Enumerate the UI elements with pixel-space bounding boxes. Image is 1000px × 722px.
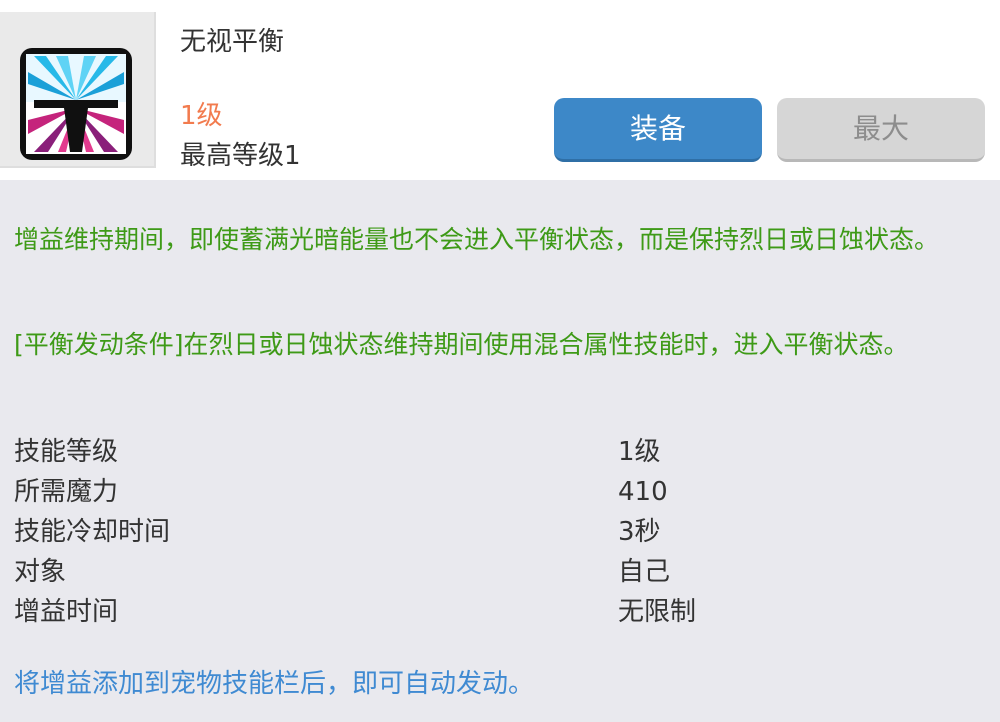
skill-stats-table: 技能等级 1级 所需魔力 410 技能冷却时间 3秒 对象 自己 增益时间 无限…	[14, 432, 984, 632]
skill-description: 增益维持期间，即使蓄满光暗能量也不会进入平衡状态，而是保持烈日或日蚀状态。	[14, 225, 940, 254]
stat-label: 技能冷却时间	[14, 517, 171, 547]
stat-label: 对象	[14, 557, 67, 587]
stat-value: 410	[618, 477, 668, 507]
stat-label: 增益时间	[14, 597, 119, 627]
stat-label: 所需魔力	[14, 477, 119, 507]
stat-row-buff-duration: 增益时间 无限制	[14, 592, 984, 632]
balance-condition-text: [平衡发动条件]在烈日或日蚀状态维持期间使用混合属性技能时，进入平衡状态。	[14, 330, 909, 359]
skill-header: 无视平衡 1级 最高等级1 装备 最大	[0, 0, 1000, 180]
stat-value: 3秒	[618, 517, 661, 547]
stat-value: 1级	[618, 437, 661, 467]
skill-icon-frame	[0, 12, 156, 168]
stat-value: 自己	[618, 557, 671, 587]
stat-row-skill-level: 技能等级 1级	[14, 432, 984, 472]
skill-level: 1级	[180, 101, 223, 131]
skill-name: 无视平衡	[180, 27, 285, 57]
equip-button[interactable]: 装备	[554, 98, 762, 162]
max-level: 最高等级1	[180, 141, 301, 171]
pet-skill-note: 将增益添加到宠物技能栏后，即可自动发动。	[14, 669, 535, 699]
stat-row-target: 对象 自己	[14, 552, 984, 592]
stat-value: 无限制	[618, 597, 697, 627]
stat-label: 技能等级	[14, 437, 119, 467]
balance-skill-icon	[20, 48, 132, 160]
stat-row-cooldown: 技能冷却时间 3秒	[14, 512, 984, 552]
stat-row-mana-cost: 所需魔力 410	[14, 472, 984, 512]
max-button[interactable]: 最大	[777, 98, 985, 162]
